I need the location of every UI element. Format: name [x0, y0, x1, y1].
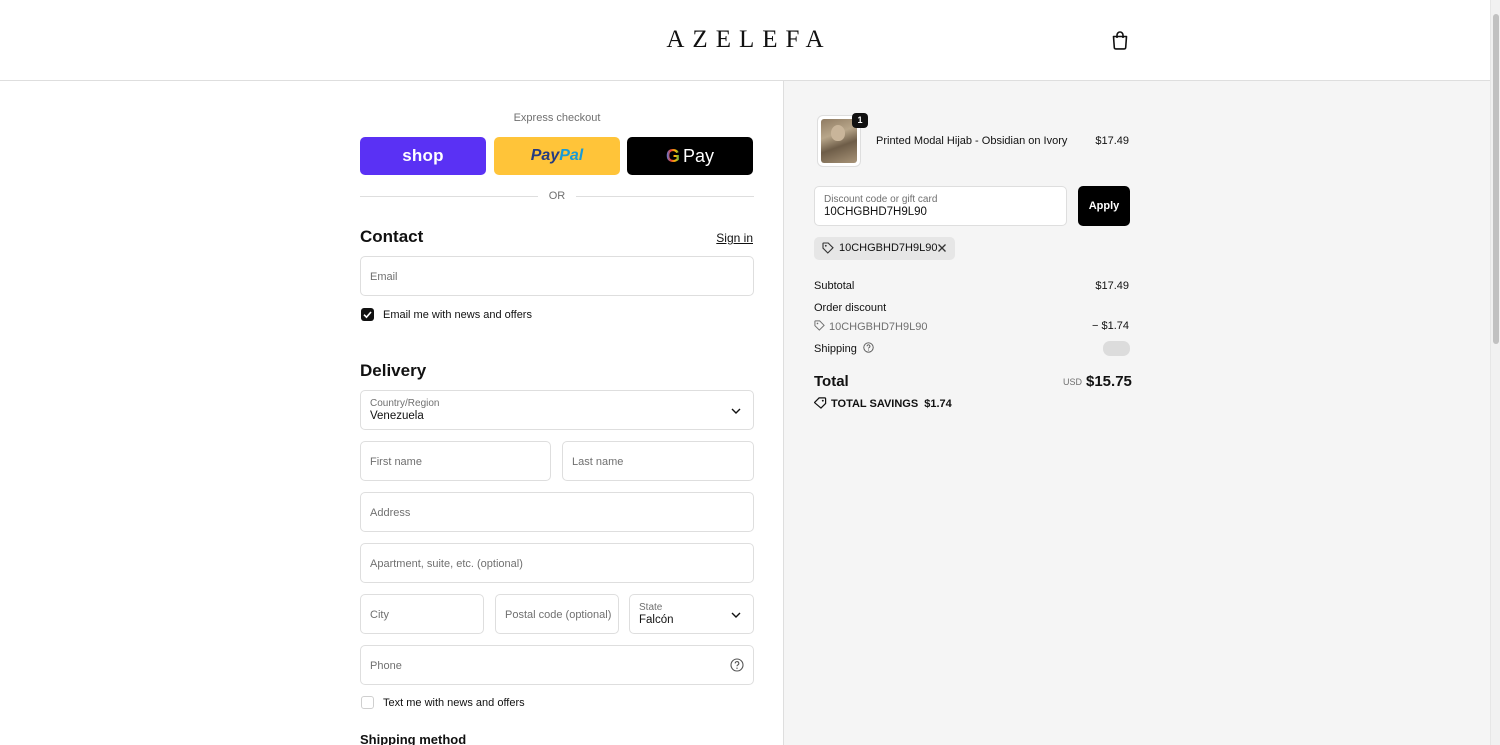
- first-name-field[interactable]: First name: [360, 441, 551, 481]
- applied-discount-chip: 10CHGBHD7H9L90: [814, 237, 955, 260]
- shipping-label: Shipping: [814, 343, 857, 355]
- order-discount-code-row: 10CHGBHD7H9L90: [814, 320, 927, 333]
- total-label: Total: [814, 373, 849, 390]
- postal-code-field[interactable]: Postal code (optional): [495, 594, 619, 634]
- or-divider: OR: [360, 190, 754, 204]
- site-header: AZELEFA: [0, 0, 1490, 81]
- text-offers-checkbox[interactable]: [361, 696, 374, 709]
- help-circle-icon[interactable]: [730, 658, 744, 672]
- discount-code-field[interactable]: Discount code or gift card 10CHGBHD7H9L9…: [814, 186, 1067, 226]
- page-scrollbar[interactable]: [1490, 0, 1500, 745]
- apply-discount-button[interactable]: Apply: [1078, 186, 1130, 226]
- email-field[interactable]: Email: [360, 256, 754, 296]
- tag-icon: [822, 242, 834, 254]
- email-offers-label: Email me with news and offers: [383, 309, 532, 321]
- tag-icon: [814, 320, 825, 331]
- total-value: $15.75: [1086, 373, 1132, 390]
- google-pay-button[interactable]: G Pay: [627, 137, 753, 175]
- express-checkout-title: Express checkout: [513, 112, 601, 124]
- delivery-heading: Delivery: [360, 361, 427, 380]
- quantity-badge: 1: [852, 113, 868, 128]
- address-field[interactable]: Address: [360, 492, 754, 532]
- help-circle-icon[interactable]: [863, 342, 874, 353]
- checkmark-icon: [363, 311, 372, 319]
- last-name-field[interactable]: Last name: [562, 441, 754, 481]
- chevron-down-icon: [731, 408, 741, 414]
- product-price: $17.49: [1095, 135, 1129, 147]
- sign-in-link[interactable]: Sign in: [690, 231, 753, 245]
- subtotal-value: $17.49: [1095, 280, 1129, 292]
- order-discount-value: − $1.74: [1091, 320, 1129, 332]
- remove-discount-icon[interactable]: [936, 242, 948, 254]
- subtotal-label: Subtotal: [814, 280, 855, 292]
- contact-heading: Contact: [360, 227, 424, 246]
- shipping-loading-placeholder: [1103, 341, 1130, 356]
- phone-field[interactable]: Phone: [360, 645, 754, 685]
- total-savings-value: $1.74: [924, 398, 952, 410]
- total-savings: TOTAL SAVINGS $1.74: [814, 397, 952, 410]
- paypal-button[interactable]: Pay Pal: [494, 137, 620, 175]
- apartment-field[interactable]: Apartment, suite, etc. (optional): [360, 543, 754, 583]
- chevron-down-icon: [731, 612, 741, 618]
- google-g-icon: G: [665, 145, 680, 166]
- product-name: Printed Modal Hijab - Obsidian on Ivory: [876, 135, 1068, 147]
- shipping-method-heading: Shipping method: [360, 732, 467, 745]
- store-logo[interactable]: AZELEFA: [0, 26, 1490, 54]
- shop-pay-button[interactable]: shop: [360, 137, 486, 175]
- order-discount-label: Order discount: [814, 302, 887, 314]
- scrollbar-thumb[interactable]: [1493, 14, 1499, 344]
- order-summary-panel: [783, 81, 1490, 745]
- text-offers-label: Text me with news and offers: [383, 697, 525, 709]
- shopping-bag-icon[interactable]: [1111, 30, 1129, 50]
- total-savings-label: TOTAL SAVINGS: [831, 398, 919, 410]
- total-currency: USD: [1062, 377, 1082, 387]
- state-select[interactable]: State Falcón: [629, 594, 754, 634]
- email-offers-checkbox[interactable]: [361, 308, 374, 321]
- city-field[interactable]: City: [360, 594, 484, 634]
- order-discount-code: 10CHGBHD7H9L90: [829, 321, 928, 333]
- tag-icon: [814, 397, 827, 409]
- country-select[interactable]: Country/Region Venezuela: [360, 390, 754, 430]
- shipping-row: Shipping: [814, 342, 874, 355]
